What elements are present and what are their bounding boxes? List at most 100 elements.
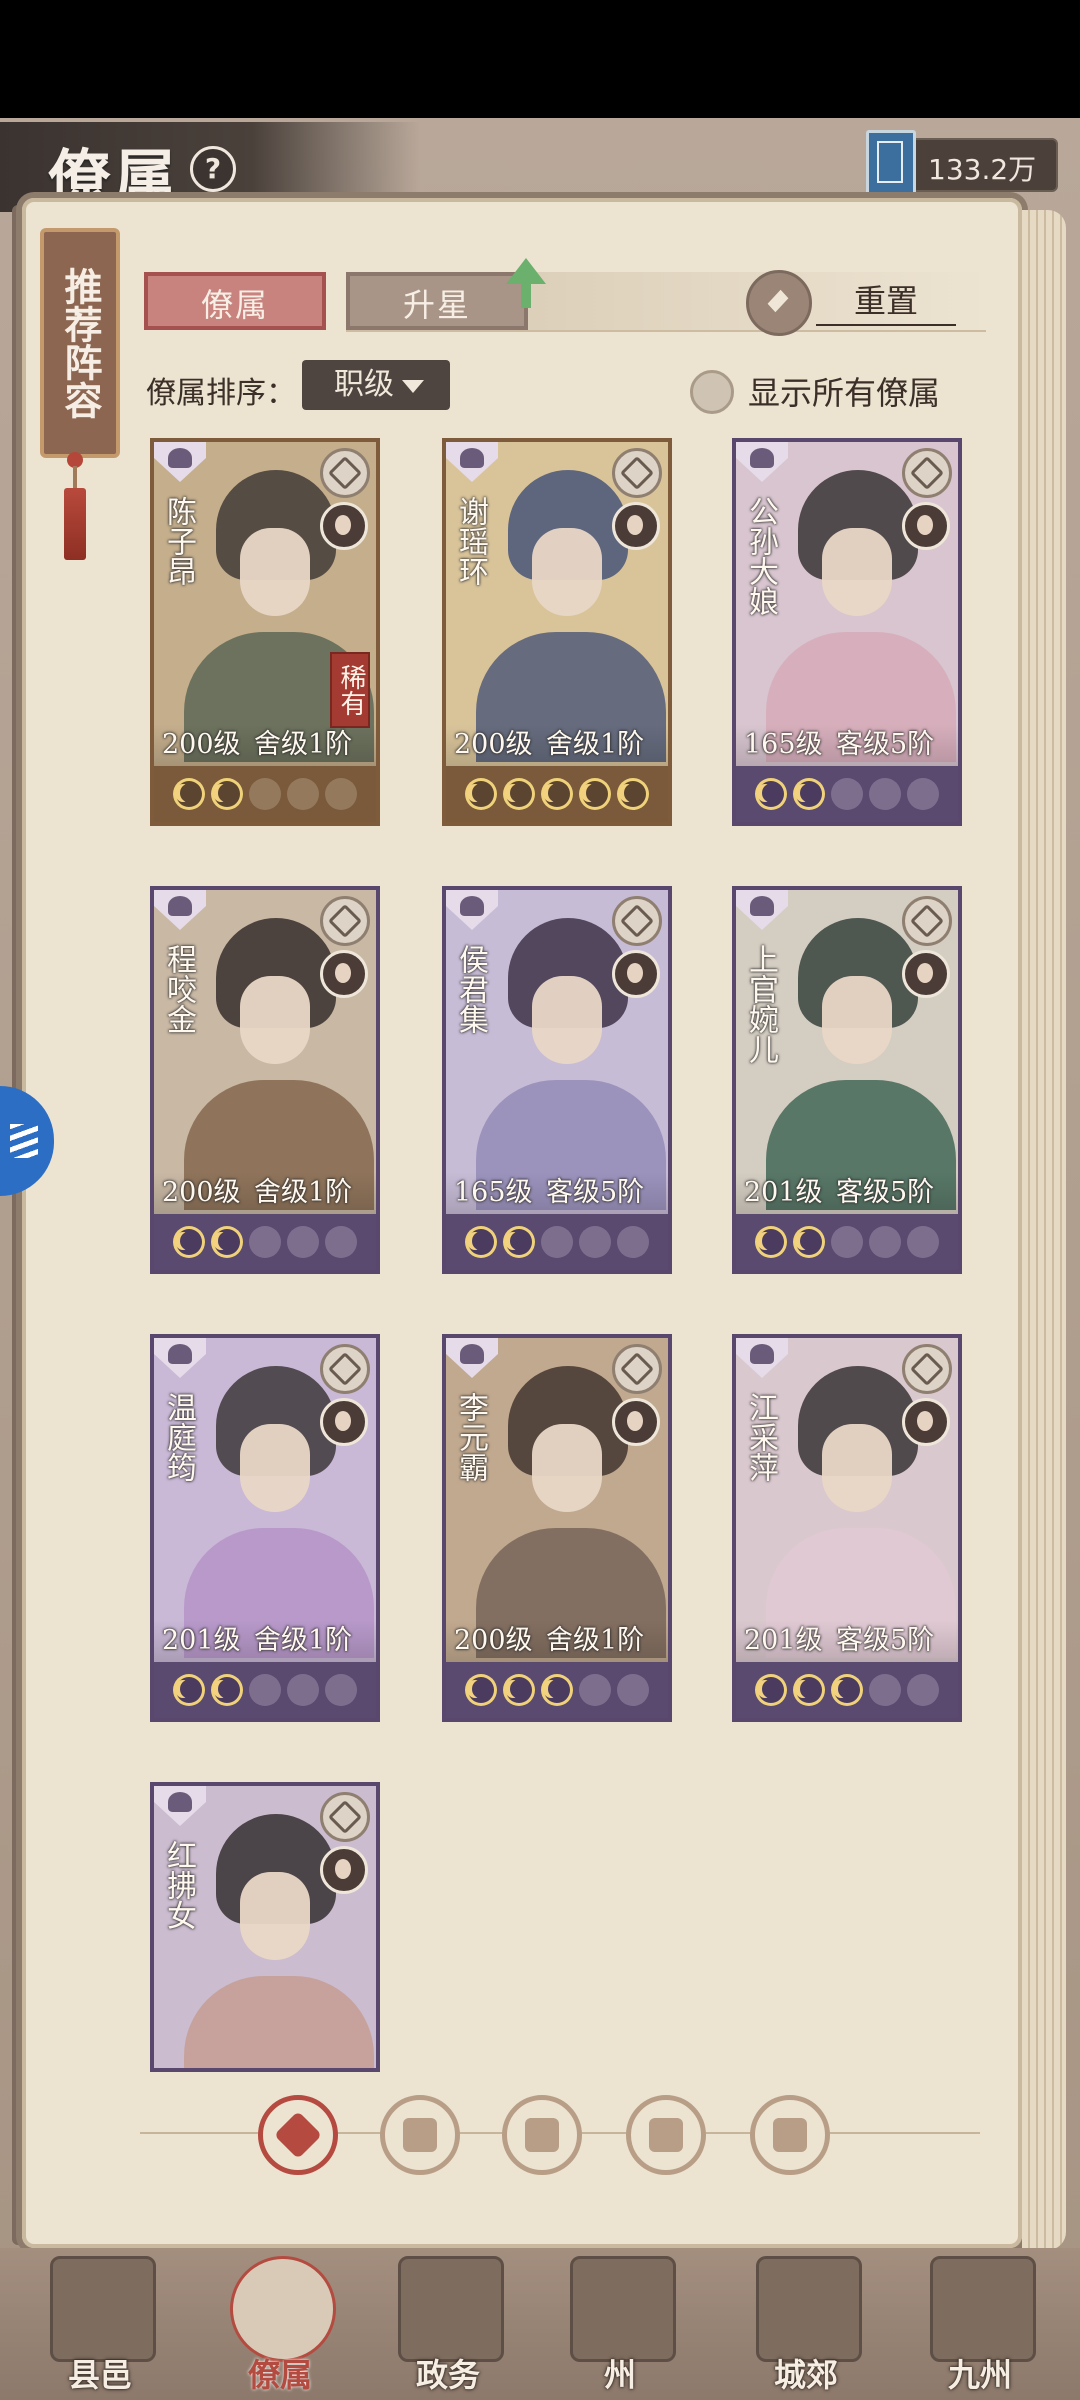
currency-value: 133.2万 — [928, 153, 1037, 186]
retainer-info: 201级 舍级1阶 — [154, 1620, 376, 1662]
star-row — [736, 1662, 958, 1718]
nav-label: 县邑 — [67, 2356, 132, 2394]
filter-all-button[interactable] — [258, 2095, 338, 2175]
moon-star-filled-icon — [755, 1226, 787, 1258]
recommend-lineup-button[interactable]: 推荐阵容 — [40, 228, 120, 458]
retainer-level: 200级 — [162, 729, 241, 760]
moon-star-empty-icon — [579, 1674, 611, 1706]
retainer-info: 200级 舍级1阶 — [446, 1620, 668, 1662]
moon-star-empty-icon — [287, 1226, 319, 1258]
nav-label: 州 — [603, 2356, 636, 2394]
moon-star-empty-icon — [325, 1674, 357, 1706]
moon-star-filled-icon — [793, 1674, 825, 1706]
moon-star-filled-icon — [173, 1674, 205, 1706]
nav-building-icon — [230, 2256, 336, 2362]
filter-fan-button[interactable] — [626, 2095, 706, 2175]
portrait-face — [240, 1424, 310, 1512]
moon-star-filled-icon — [503, 1226, 535, 1258]
upgrade-arrow-icon — [506, 258, 546, 308]
filter-hat-button[interactable] — [380, 2095, 460, 2175]
retainer-info: 200级 舍级1阶 — [446, 724, 668, 766]
bond-avatar-icon — [902, 950, 950, 998]
retainer-level: 200级 — [162, 1177, 241, 1208]
nav-item-4[interactable]: 城郊 — [736, 2252, 876, 2400]
retainer-name: 红拂女 — [161, 1840, 196, 1930]
retainer-card[interactable]: 程咬金 200级 舍级1阶 — [150, 886, 380, 1274]
portrait-face — [532, 1424, 602, 1512]
nav-building-icon — [756, 2256, 862, 2362]
nav-item-2[interactable]: 政务 — [378, 2252, 518, 2400]
portrait-face — [240, 528, 310, 616]
moon-star-empty-icon — [907, 778, 939, 810]
reset-button[interactable]: 重置 — [816, 278, 956, 326]
class-icon — [902, 896, 952, 946]
retainer-card[interactable]: 江采萍 201级 客级5阶 — [732, 1334, 962, 1722]
moon-star-empty-icon — [617, 1674, 649, 1706]
nav-item-0[interactable]: 县邑 — [30, 2252, 170, 2400]
star-row — [154, 1662, 376, 1718]
moon-star-filled-icon — [793, 1226, 825, 1258]
moon-star-filled-icon — [755, 1674, 787, 1706]
portrait-face — [532, 528, 602, 616]
tab-retainers[interactable]: 僚属 — [144, 272, 326, 330]
nav-item-3[interactable]: 州 — [550, 2252, 690, 2400]
nav-item-1[interactable]: 僚属 — [210, 2252, 350, 2400]
chevron-down-icon — [402, 380, 424, 393]
bond-avatar-icon — [612, 502, 660, 550]
retainer-card[interactable]: 陈子昂 稀有 200级 舍级1阶 — [150, 438, 380, 826]
retainer-rank: 客级5阶 — [836, 1625, 935, 1656]
book-currency-icon — [866, 130, 916, 196]
retainer-card[interactable]: 公孙大娘 165级 客级5阶 — [732, 438, 962, 826]
retainer-info: 201级 客级5阶 — [736, 1620, 958, 1662]
retainer-card[interactable]: 温庭筠 201级 舍级1阶 — [150, 1334, 380, 1722]
moon-star-empty-icon — [579, 1226, 611, 1258]
retainer-name: 陈子昂 — [161, 496, 196, 586]
star-row — [446, 1662, 668, 1718]
star-row — [446, 1214, 668, 1270]
star-row — [736, 766, 958, 822]
moon-star-empty-icon — [325, 778, 357, 810]
rarity-badge: 稀有 — [330, 652, 370, 728]
moon-star-filled-icon — [503, 778, 535, 810]
nav-label: 九州 — [947, 2356, 1012, 2394]
retainer-card[interactable]: 李元霸 200级 舍级1阶 — [442, 1334, 672, 1722]
nav-item-5[interactable]: 九州 — [910, 2252, 1050, 2400]
currency-display[interactable]: 133.2万 — [866, 130, 1058, 196]
filter-qilin-button[interactable] — [750, 2095, 830, 2175]
nav-building-icon — [50, 2256, 156, 2362]
nav-building-icon — [398, 2256, 504, 2362]
retainer-card[interactable]: 侯君集 165级 客级5阶 — [442, 886, 672, 1274]
retainer-info: 165级 客级5阶 — [446, 1172, 668, 1214]
moon-star-filled-icon — [211, 1226, 243, 1258]
retainer-level: 201级 — [162, 1625, 241, 1656]
all-icon — [273, 2110, 323, 2160]
retainer-level: 201级 — [744, 1177, 823, 1208]
show-all-checkbox[interactable] — [690, 370, 734, 414]
moon-star-empty-icon — [869, 778, 901, 810]
help-icon[interactable]: ? — [190, 146, 236, 192]
class-icon — [612, 896, 662, 946]
filter-gourd-button[interactable] — [502, 2095, 582, 2175]
reset-icon[interactable] — [746, 270, 812, 336]
retainer-rank: 客级5阶 — [546, 1177, 645, 1208]
sort-dropdown[interactable]: 职级 — [302, 360, 450, 410]
retainer-card[interactable]: 谢瑶环 200级 舍级1阶 — [442, 438, 672, 826]
portrait-face — [822, 1424, 892, 1512]
class-icon — [320, 1792, 370, 1842]
star-row — [154, 766, 376, 822]
retainer-card[interactable]: 上官婉儿 201级 客级5阶 — [732, 886, 962, 1274]
retainer-level: 165级 — [454, 1177, 533, 1208]
retainer-rank: 舍级1阶 — [254, 1625, 353, 1656]
retainer-rank: 客级5阶 — [836, 1177, 935, 1208]
class-icon — [612, 448, 662, 498]
moon-star-empty-icon — [287, 778, 319, 810]
tab-star-up[interactable]: 升星 — [346, 272, 528, 330]
star-row — [446, 766, 668, 822]
star-row — [154, 1214, 376, 1270]
moon-star-filled-icon — [211, 778, 243, 810]
retainer-card[interactable]: 红拂女 — [150, 1782, 380, 2072]
bond-avatar-icon — [320, 502, 368, 550]
moon-star-empty-icon — [617, 1226, 649, 1258]
moon-star-filled-icon — [793, 778, 825, 810]
moon-star-empty-icon — [325, 1226, 357, 1258]
